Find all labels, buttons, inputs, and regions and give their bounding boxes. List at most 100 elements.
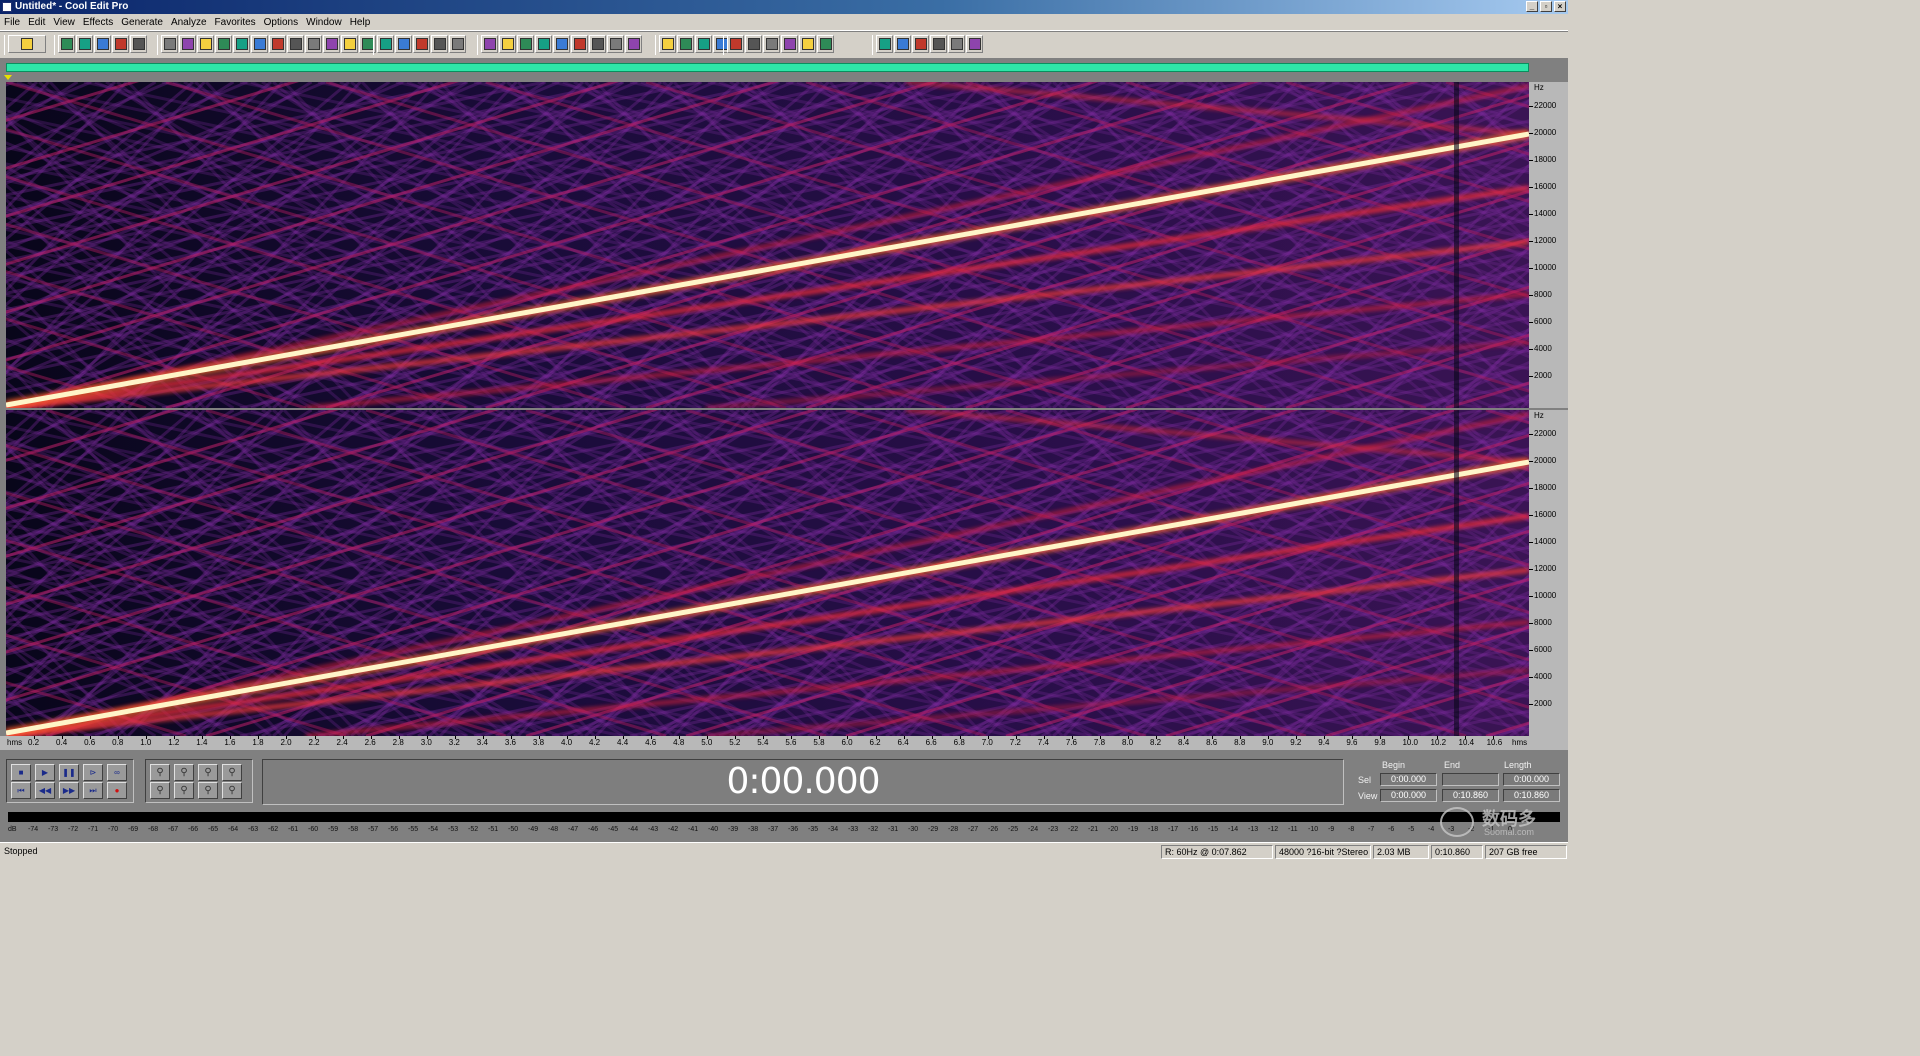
view-begin-field[interactable]: 0:00.000 bbox=[1380, 789, 1437, 802]
insert-cd-button[interactable] bbox=[305, 35, 322, 53]
favorites-button[interactable] bbox=[695, 35, 712, 53]
spectral-button[interactable] bbox=[377, 35, 394, 53]
silence-button[interactable] bbox=[449, 35, 466, 53]
amplify-button[interactable] bbox=[781, 35, 798, 53]
go-to-start-button[interactable]: ⏮ bbox=[11, 782, 31, 799]
waveform-toggle-button[interactable] bbox=[8, 35, 46, 53]
zero-cross-button[interactable] bbox=[395, 35, 412, 53]
play-button[interactable]: ▶ bbox=[35, 764, 55, 781]
settings-button[interactable] bbox=[966, 35, 983, 53]
find-beats-button[interactable] bbox=[659, 35, 676, 53]
hz-label: 12000 bbox=[1534, 564, 1557, 573]
spectrogram-left bbox=[6, 82, 1529, 408]
save-file-button[interactable] bbox=[94, 35, 111, 53]
overview-range[interactable] bbox=[6, 63, 1529, 72]
undo-icon bbox=[163, 38, 176, 50]
menu-file[interactable]: File bbox=[0, 15, 24, 30]
menu-view[interactable]: View bbox=[49, 15, 79, 30]
menu-generate[interactable]: Generate bbox=[117, 15, 167, 30]
menu-analyze[interactable]: Analyze bbox=[167, 15, 211, 30]
new-file-button[interactable] bbox=[58, 35, 75, 53]
paste-icon bbox=[253, 38, 266, 50]
paste-button[interactable] bbox=[251, 35, 268, 53]
marker-list-button[interactable] bbox=[553, 35, 570, 53]
level-meter-bar bbox=[8, 812, 1560, 822]
snap-button[interactable] bbox=[413, 35, 430, 53]
restore-button[interactable]: ▫ bbox=[1540, 1, 1552, 12]
preset-button[interactable] bbox=[745, 35, 762, 53]
go-to-end-button[interactable]: ⏭ bbox=[83, 782, 103, 799]
batch-button[interactable] bbox=[677, 35, 694, 53]
menu-window[interactable]: Window bbox=[302, 15, 346, 30]
menu-options[interactable]: Options bbox=[260, 15, 302, 30]
time-label: 7.4 bbox=[1037, 738, 1049, 747]
view-length-field[interactable]: 0:10.860 bbox=[1503, 789, 1560, 802]
menu-edit[interactable]: Edit bbox=[24, 15, 49, 30]
filter-button[interactable] bbox=[876, 35, 893, 53]
record-cd-button[interactable] bbox=[323, 35, 340, 53]
noise-button[interactable] bbox=[894, 35, 911, 53]
record-button[interactable]: ● bbox=[107, 782, 127, 799]
transform-button[interactable] bbox=[517, 35, 534, 53]
zoom-out-vertical-button[interactable]: ⚲ bbox=[222, 782, 242, 799]
sel-begin-field[interactable]: 0:00.000 bbox=[1380, 773, 1437, 786]
channel-left[interactable] bbox=[6, 82, 1529, 408]
save-all-button[interactable] bbox=[112, 35, 129, 53]
pause-button[interactable]: ❚❚ bbox=[59, 764, 79, 781]
zoom-out-horizontal-button[interactable]: ⚲ bbox=[174, 764, 194, 781]
zoom-full-button[interactable]: ⚲ bbox=[198, 764, 218, 781]
channel-right[interactable] bbox=[6, 410, 1529, 736]
sel-end-field[interactable] bbox=[1442, 773, 1499, 786]
echo-button[interactable] bbox=[817, 35, 834, 53]
menu-help[interactable]: Help bbox=[346, 15, 375, 30]
rewind-button[interactable]: ◀◀ bbox=[35, 782, 55, 799]
effect-rack-button[interactable] bbox=[727, 35, 744, 53]
normalize-button[interactable] bbox=[763, 35, 780, 53]
minimize-button[interactable]: _ bbox=[1526, 1, 1538, 12]
redo-button[interactable] bbox=[179, 35, 196, 53]
menu-favorites[interactable]: Favorites bbox=[211, 15, 260, 30]
info-button[interactable] bbox=[571, 35, 588, 53]
zoom-to-selection-button[interactable]: ⚲ bbox=[150, 782, 170, 799]
stretch-button[interactable] bbox=[948, 35, 965, 53]
open-file-button[interactable] bbox=[76, 35, 93, 53]
sel-length-field[interactable]: 0:00.000 bbox=[1503, 773, 1560, 786]
zoom-to-right-button[interactable]: ⚲ bbox=[198, 782, 218, 799]
loop-button[interactable] bbox=[499, 35, 516, 53]
time-label: 4.8 bbox=[673, 738, 685, 747]
fast-forward-button[interactable]: ▶▶ bbox=[59, 782, 79, 799]
overview-bar[interactable] bbox=[0, 58, 1568, 80]
cut-button[interactable] bbox=[233, 35, 250, 53]
play-to-end-button[interactable]: ⊳ bbox=[83, 764, 103, 781]
time-label: 4.6 bbox=[645, 738, 657, 747]
trim-button[interactable] bbox=[431, 35, 448, 53]
delay-button[interactable] bbox=[799, 35, 816, 53]
mark-cue-button[interactable] bbox=[535, 35, 552, 53]
zoom-to-left-button[interactable]: ⚲ bbox=[174, 782, 194, 799]
pitch-button[interactable] bbox=[912, 35, 929, 53]
preset-icon bbox=[747, 38, 760, 50]
stop-button[interactable]: ■ bbox=[11, 764, 31, 781]
view-end-field[interactable]: 0:10.860 bbox=[1442, 789, 1499, 802]
paste-new-button[interactable] bbox=[269, 35, 286, 53]
menu-effects[interactable]: Effects bbox=[79, 15, 117, 30]
close-file-button[interactable] bbox=[130, 35, 147, 53]
close-button[interactable]: × bbox=[1554, 1, 1566, 12]
mix-paste-button[interactable] bbox=[287, 35, 304, 53]
app-icon[interactable] bbox=[2, 2, 12, 12]
spectral-view[interactable]: Hz 22000 20000 18000 16000 14000 12000 10000 800… bbox=[0, 80, 1568, 750]
envelope-button[interactable] bbox=[341, 35, 358, 53]
undo-button[interactable] bbox=[161, 35, 178, 53]
cd-player-button[interactable] bbox=[607, 35, 624, 53]
level-label: -67 bbox=[168, 826, 179, 833]
loop-button[interactable]: ∞ bbox=[107, 764, 127, 781]
play-region-button[interactable] bbox=[481, 35, 498, 53]
play-region-icon bbox=[483, 38, 496, 50]
scripts-button[interactable] bbox=[625, 35, 642, 53]
zoom-in-vertical-button[interactable]: ⚲ bbox=[222, 764, 242, 781]
zoom-in-horizontal-button[interactable]: ⚲ bbox=[150, 764, 170, 781]
copy-button[interactable] bbox=[215, 35, 232, 53]
reverb-button[interactable] bbox=[930, 35, 947, 53]
help-button[interactable] bbox=[589, 35, 606, 53]
cut-tool-button[interactable] bbox=[197, 35, 214, 53]
